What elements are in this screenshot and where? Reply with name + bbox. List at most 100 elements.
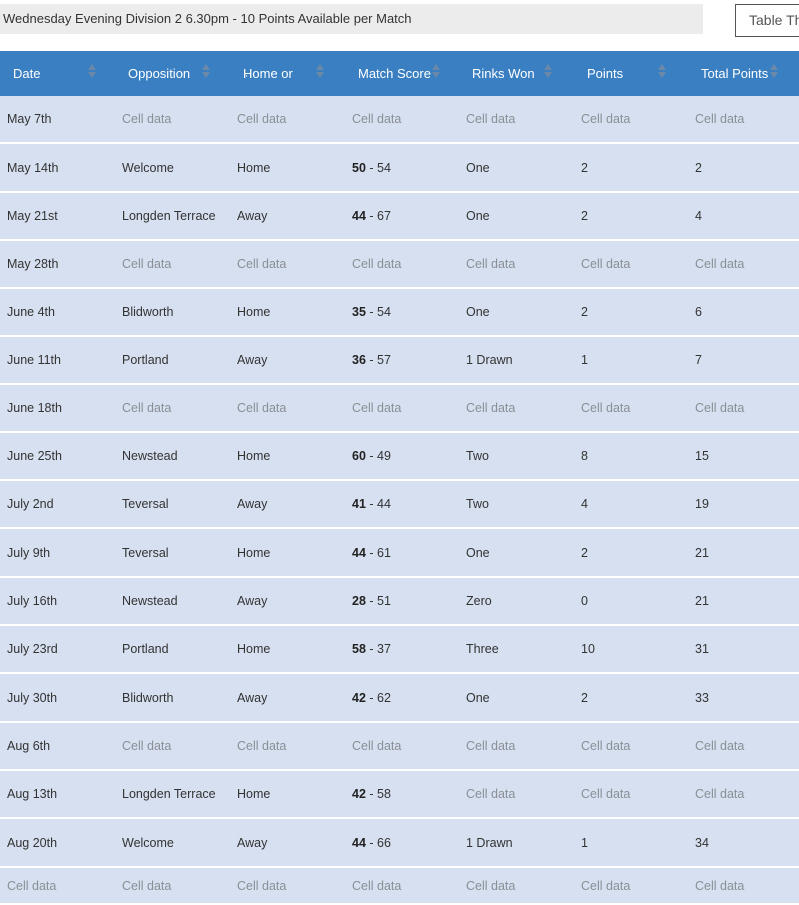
table-row: May 28th Cell data Cell data Cell data Cell … bbox=[0, 240, 799, 288]
away-score: - 54 bbox=[369, 305, 391, 319]
total-points-cell: 34 bbox=[695, 835, 709, 850]
points-cell: Cell data bbox=[581, 787, 631, 801]
rinks-won-cell: Cell data bbox=[466, 401, 516, 415]
rinks-won-cell: Cell data bbox=[466, 878, 516, 893]
match-score-cell: 28 - 51 bbox=[345, 577, 459, 625]
date-cell: May 21st bbox=[7, 209, 58, 223]
home-score: 58 bbox=[352, 642, 366, 656]
away-score: - 51 bbox=[369, 594, 391, 608]
opposition-cell: Portland bbox=[122, 353, 169, 367]
match-score-cell: 44 - 66 bbox=[345, 818, 459, 867]
column-header-date[interactable]: Date bbox=[0, 51, 115, 96]
table-header: Date Opposition Home or ˙ Match Score Ri… bbox=[0, 51, 799, 96]
column-header-home-or-away[interactable]: Home or ˙ bbox=[230, 51, 345, 96]
opposition-cell: Newstead bbox=[122, 594, 178, 608]
rinks-won-cell: Cell data bbox=[466, 257, 516, 271]
table-button[interactable]: Table Th bbox=[735, 4, 799, 37]
opposition-cell: Teversal bbox=[122, 545, 169, 560]
total-points-cell: Cell data bbox=[695, 112, 745, 126]
away-score: - 61 bbox=[369, 545, 391, 560]
fixtures-table: Date Opposition Home or ˙ Match Score Ri… bbox=[0, 51, 799, 905]
home-away-cell: Home bbox=[237, 642, 271, 656]
home-away-cell: Home bbox=[237, 787, 271, 801]
sort-arrows-icon[interactable] bbox=[544, 64, 553, 81]
rinks-won-cell: One bbox=[466, 545, 490, 560]
rinks-won-cell: One bbox=[466, 305, 490, 319]
rinks-won-cell: Cell data bbox=[466, 787, 516, 801]
home-away-cell: Away bbox=[237, 690, 268, 705]
home-away-cell: Away bbox=[237, 497, 268, 511]
home-away-cell: Away bbox=[237, 594, 268, 608]
column-header-total-points[interactable]: Total Points bbox=[688, 51, 799, 96]
points-cell: 2 bbox=[581, 545, 588, 560]
table-row: Aug 13th Longden Terrace Home 42 - 58 Cell d… bbox=[0, 770, 799, 818]
table-row: July 2nd Teversal Away 41 - 44 Two 4 19 bbox=[0, 480, 799, 528]
date-cell: June 11th bbox=[7, 353, 61, 367]
home-away-cell: Cell data bbox=[237, 401, 287, 415]
total-points-cell: 15 bbox=[695, 449, 709, 463]
home-away-cell: Home bbox=[237, 160, 271, 175]
home-score: 28 bbox=[352, 594, 366, 608]
opposition-cell: Blidworth bbox=[122, 690, 174, 705]
opposition-cell: Teversal bbox=[122, 497, 169, 511]
sort-arrows-icon[interactable] bbox=[432, 64, 441, 81]
away-score: - 44 bbox=[369, 497, 391, 511]
total-points-cell: 31 bbox=[695, 642, 709, 656]
match-score-cell: 42 - 58 bbox=[345, 770, 459, 818]
sort-arrows-icon[interactable] bbox=[658, 64, 667, 81]
column-header-opposition[interactable]: Opposition bbox=[115, 51, 230, 96]
table-row: May 14th Welcome Home 50 - 54 One 2 2 bbox=[0, 143, 799, 192]
table-row: June 25th Newstead Home 60 - 49 Two 8 15 bbox=[0, 432, 799, 480]
points-cell: 8 bbox=[581, 449, 588, 463]
table-row: July 23rd Portland Home 58 - 37 Three 10 31 bbox=[0, 625, 799, 673]
points-cell: 2 bbox=[581, 160, 588, 175]
opposition-cell: Cell data bbox=[122, 401, 172, 415]
home-away-cell: Cell data bbox=[237, 739, 287, 753]
column-header-match-score[interactable]: Match Score bbox=[345, 51, 459, 96]
points-cell: 2 bbox=[581, 690, 588, 705]
date-cell: July 23rd bbox=[7, 642, 58, 656]
rinks-won-cell: One bbox=[466, 160, 490, 175]
match-score-cell: 60 - 49 bbox=[345, 432, 459, 480]
opposition-cell: Longden Terrace bbox=[122, 787, 216, 801]
total-points-cell: 21 bbox=[695, 594, 709, 608]
sort-arrows-icon[interactable] bbox=[88, 64, 97, 81]
sort-arrows-icon[interactable] bbox=[770, 64, 779, 81]
opposition-cell: Welcome bbox=[122, 835, 174, 850]
table-row: June 11th Portland Away 36 - 57 1 Drawn 1 7 bbox=[0, 336, 799, 384]
rinks-won-cell: Zero bbox=[466, 594, 492, 608]
match-score-cell: 50 - 54 bbox=[345, 143, 459, 192]
column-header-rinks-won[interactable]: Rinks Won bbox=[459, 51, 574, 96]
date-cell: May 7th bbox=[7, 112, 52, 126]
points-cell: 1 bbox=[581, 835, 588, 850]
table-row: June 18th Cell data Cell data Cell data Cell… bbox=[0, 384, 799, 432]
away-score: - 58 bbox=[369, 787, 391, 801]
date-cell: June 25th bbox=[7, 449, 62, 463]
column-header-points[interactable]: Points bbox=[574, 51, 688, 96]
rinks-won-cell: Three bbox=[466, 642, 499, 656]
rinks-won-cell: Cell data bbox=[466, 112, 516, 126]
date-cell: June 4th bbox=[7, 305, 55, 319]
opposition-cell: Cell data bbox=[122, 739, 172, 753]
column-label: Opposition bbox=[128, 66, 191, 81]
date-cell: June 18th bbox=[7, 401, 62, 415]
points-cell: Cell data bbox=[581, 401, 631, 415]
total-points-cell: Cell data bbox=[695, 878, 745, 893]
date-cell: July 16th bbox=[7, 594, 58, 608]
rinks-won-cell: One bbox=[466, 209, 490, 223]
match-score-cell: 42 - 62 bbox=[345, 673, 459, 722]
table-row: July 9th Teversal Home 44 - 61 One 2 21 bbox=[0, 528, 799, 577]
table-row: Aug 6th Cell data Cell data Cell data Cell d… bbox=[0, 722, 799, 770]
points-cell: Cell data bbox=[581, 739, 631, 753]
sort-arrows-icon[interactable] bbox=[202, 64, 211, 81]
home-away-cell: Cell data bbox=[237, 878, 287, 893]
home-score: 44 bbox=[352, 545, 366, 560]
sort-arrows-icon[interactable] bbox=[316, 64, 325, 81]
away-score: - 66 bbox=[369, 835, 391, 850]
table-row: May 7th Cell data Cell data Cell data Cell d… bbox=[0, 96, 799, 143]
points-cell: 10 bbox=[581, 642, 595, 656]
home-score: 44 bbox=[352, 209, 366, 223]
opposition-cell: Newstead bbox=[122, 449, 178, 463]
away-score: - 67 bbox=[369, 209, 391, 223]
date-cell: Aug 6th bbox=[7, 739, 51, 753]
